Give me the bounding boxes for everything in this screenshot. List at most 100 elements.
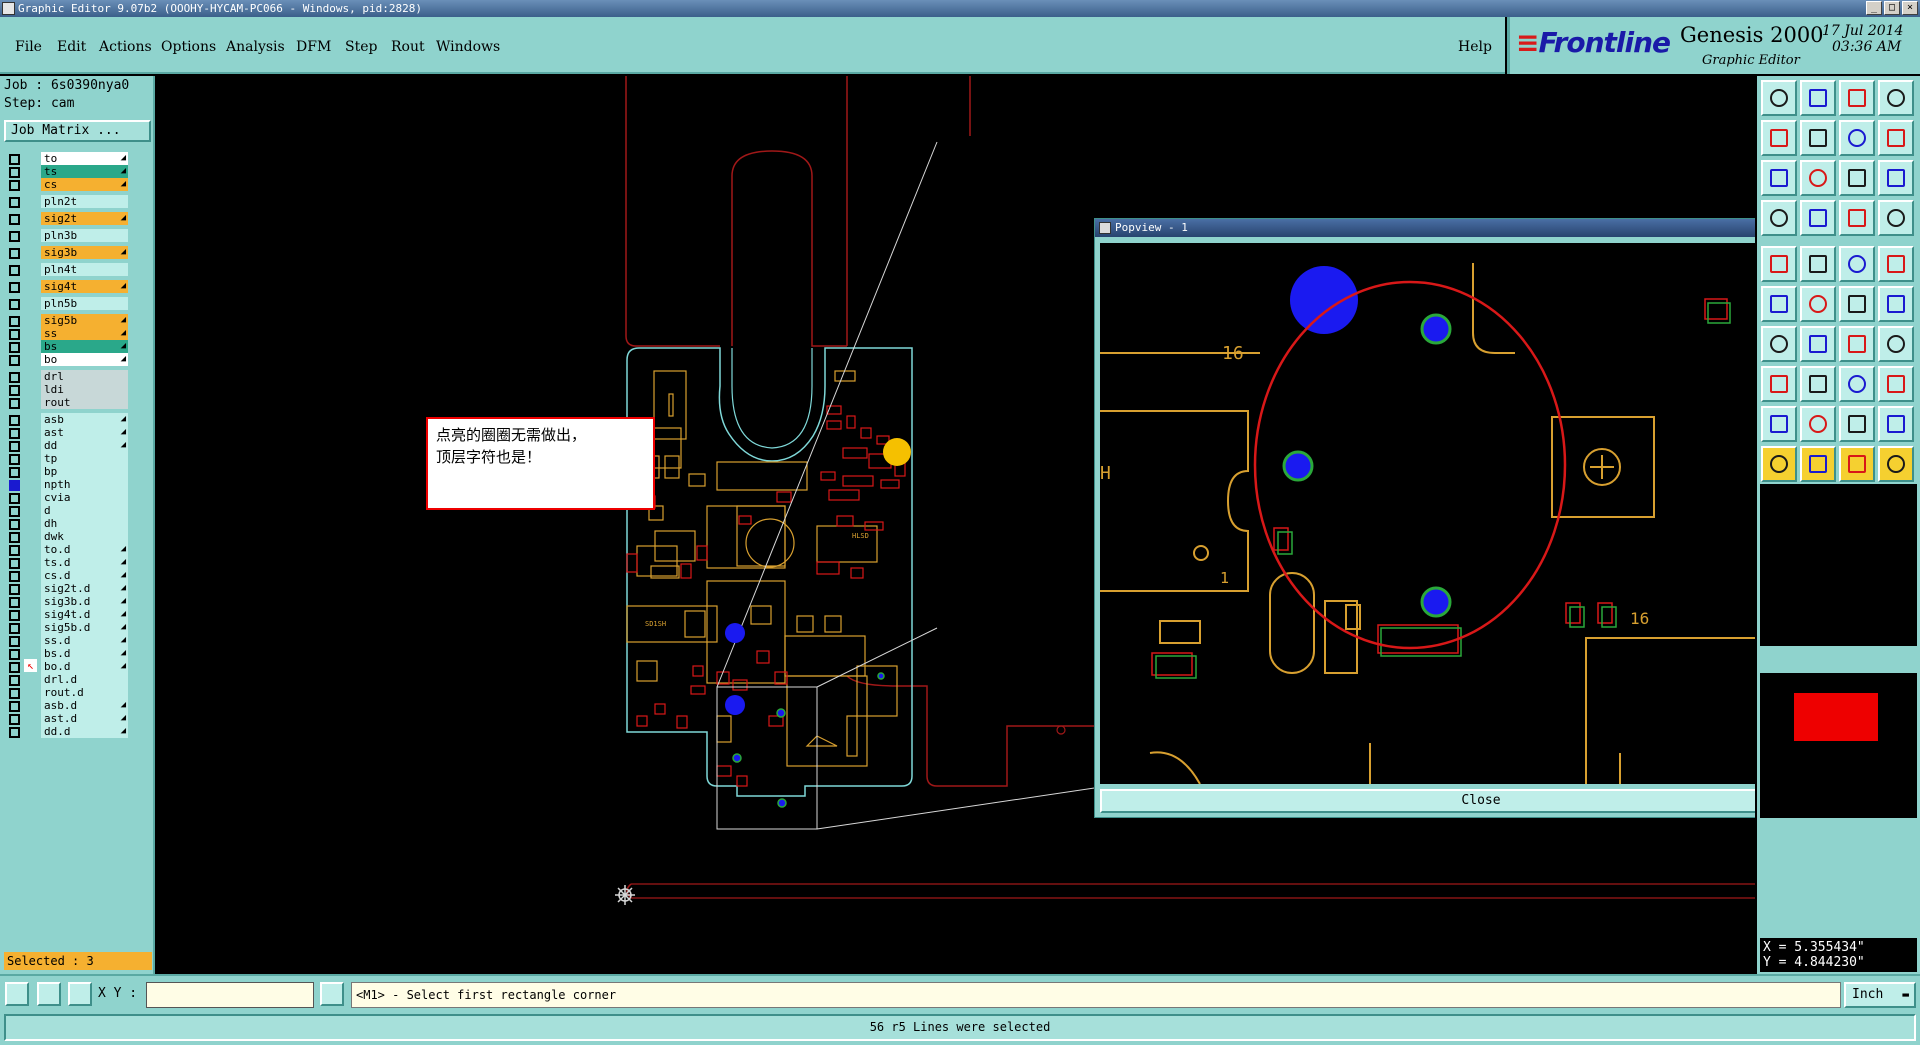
layer-name[interactable]: pln4t — [41, 263, 128, 276]
layer-row-sig3b[interactable]: sig3b ◢ — [4, 246, 154, 260]
layer-row-sig3b-d[interactable]: sig3b.d ◢ — [4, 595, 154, 609]
layer-row-to-d[interactable]: to.d ◢ — [4, 543, 154, 557]
tool-pads-icon[interactable] — [1839, 200, 1875, 236]
layer-row-tp[interactable]: tp — [4, 452, 154, 466]
tool-slash-icon[interactable] — [1800, 326, 1836, 362]
tool-zoom-in-icon[interactable] — [1800, 80, 1836, 116]
menu-step[interactable]: Step — [345, 39, 377, 55]
tool-text-c-icon[interactable] — [1839, 406, 1875, 442]
layer-name[interactable]: drl.d — [41, 673, 128, 686]
layer-affected-checkbox[interactable] — [9, 197, 20, 208]
layer-row-sig5b-d[interactable]: sig5b.d ◢ — [4, 621, 154, 635]
layer-row-to[interactable]: to ◢ — [4, 152, 154, 166]
layer-affected-checkbox[interactable] — [9, 372, 20, 383]
layer-row-d[interactable]: d — [4, 504, 154, 518]
menu-dfm[interactable]: DFM — [296, 39, 331, 55]
layer-row-asb[interactable]: asb ◢ — [4, 413, 154, 427]
layer-name[interactable]: dh — [41, 517, 128, 530]
layer-name[interactable]: pln3b — [41, 229, 128, 242]
layer-affected-checkbox[interactable] — [9, 385, 20, 396]
tool-pan-right-icon[interactable] — [1800, 120, 1836, 156]
layer-row-bp[interactable]: bp — [4, 465, 154, 479]
layer-name[interactable]: bs ◢ — [41, 340, 128, 353]
layer-name[interactable]: ast ◢ — [41, 426, 128, 439]
tool-redraw-icon[interactable] — [1878, 120, 1914, 156]
layer-name[interactable]: dwk — [41, 530, 128, 543]
tool-select-box-icon[interactable] — [1800, 446, 1836, 482]
layer-affected-checkbox[interactable] — [9, 701, 20, 712]
layer-name[interactable]: npth — [41, 478, 128, 491]
tool-select-net-icon[interactable] — [1839, 446, 1875, 482]
info-icon[interactable] — [320, 982, 344, 1006]
layer-name[interactable]: ss ◢ — [41, 327, 128, 340]
layer-row-cvia[interactable]: cvia — [4, 491, 154, 505]
job-matrix-button[interactable]: Job Matrix ... — [4, 120, 151, 142]
layer-name[interactable]: dd.d ◢ — [41, 725, 128, 738]
layer-name[interactable]: cvia — [41, 491, 128, 504]
layer-affected-checkbox[interactable] — [9, 248, 20, 259]
tool-window-icon[interactable] — [1878, 80, 1914, 116]
layer-name[interactable]: bp — [41, 465, 128, 478]
layer-name[interactable]: asb.d ◢ — [41, 699, 128, 712]
layer-row-ast[interactable]: ast ◢ — [4, 426, 154, 440]
layer-row-dwk[interactable]: dwk — [4, 530, 154, 544]
layer-affected-checkbox[interactable] — [9, 282, 20, 293]
layer-affected-checkbox[interactable] — [9, 214, 20, 225]
tool-point-icon[interactable] — [1761, 366, 1797, 402]
xy-input[interactable] — [146, 982, 314, 1008]
menu-help[interactable]: Help — [1458, 39, 1492, 55]
layer-affected-checkbox[interactable] — [9, 398, 20, 409]
tool-delete-icon[interactable] — [1800, 286, 1836, 322]
tool-select-arrow-icon[interactable] — [1761, 446, 1797, 482]
tool-query-icon[interactable] — [1878, 160, 1914, 196]
tool-pads-alt-icon[interactable] — [1878, 200, 1914, 236]
layer-row-sig5b[interactable]: sig5b ◢ — [4, 314, 154, 328]
layer-row-sig2t-d[interactable]: sig2t.d ◢ — [4, 582, 154, 596]
layer-affected-checkbox[interactable] — [9, 636, 20, 647]
layer-name[interactable]: ss.d ◢ — [41, 634, 128, 647]
layer-row-dh[interactable]: dh — [4, 517, 154, 531]
tool-circle-icon[interactable] — [1878, 246, 1914, 282]
tool-grid-toggle-icon[interactable] — [1800, 200, 1836, 236]
layer-affected-checkbox[interactable] — [9, 597, 20, 608]
tool-rotate-icon[interactable] — [1878, 286, 1914, 322]
layer-row-sig4t-d[interactable]: sig4t.d ◢ — [4, 608, 154, 622]
layer-affected-checkbox[interactable] — [9, 558, 20, 569]
layer-row-pln5b[interactable]: pln5b — [4, 297, 154, 311]
maximize-button[interactable]: □ — [1884, 1, 1900, 15]
layer-row-sig2t[interactable]: sig2t ◢ — [4, 212, 154, 226]
menu-windows[interactable]: Windows — [436, 39, 500, 55]
layer-row-ldi[interactable]: ldi — [4, 383, 154, 397]
layer-row-dd-d[interactable]: dd.d ◢ — [4, 725, 154, 739]
layer-row-bs[interactable]: bs ◢ — [4, 340, 154, 354]
layer-name[interactable]: bo.d ◢ — [41, 660, 128, 673]
menu-edit[interactable]: Edit — [57, 39, 86, 55]
tool-zoom-home-icon[interactable] — [1761, 80, 1797, 116]
layer-affected-checkbox[interactable] — [9, 415, 20, 426]
layer-name[interactable]: tp — [41, 452, 128, 465]
layer-row-asb-d[interactable]: asb.d ◢ — [4, 699, 154, 713]
layer-name[interactable]: sig4t.d ◢ — [41, 608, 128, 621]
layer-name[interactable]: dd ◢ — [41, 439, 128, 452]
measure-icon[interactable] — [37, 982, 61, 1006]
layer-affected-checkbox[interactable] — [9, 519, 20, 530]
layer-name[interactable]: rout.d — [41, 686, 128, 699]
layer-name[interactable]: bs.d ◢ — [41, 647, 128, 660]
layer-affected-checkbox[interactable] — [9, 675, 20, 686]
layer-row-cs-d[interactable]: cs.d ◢ — [4, 569, 154, 583]
layer-affected-checkbox[interactable] — [9, 342, 20, 353]
layer-row-dd[interactable]: dd ◢ — [4, 439, 154, 453]
layer-affected-checkbox[interactable] — [9, 649, 20, 660]
layer-affected-checkbox[interactable] — [9, 316, 20, 327]
layer-affected-checkbox[interactable] — [9, 545, 20, 556]
layer-name[interactable]: cs ◢ — [41, 178, 128, 191]
layer-affected-checkbox[interactable] — [9, 662, 20, 673]
graphic-canvas[interactable]: SD1SH HLSD 点亮的圈圈无需做出， 顶层字符也是！ Popview - … — [157, 76, 1755, 974]
layer-name[interactable]: ts.d ◢ — [41, 556, 128, 569]
tool-mirror-icon[interactable] — [1878, 326, 1914, 362]
layer-row-pln2t[interactable]: pln2t — [4, 195, 154, 209]
layer-name[interactable]: ts ◢ — [41, 165, 128, 178]
layer-name[interactable]: ast.d ◢ — [41, 712, 128, 725]
tool-array-icon[interactable] — [1839, 366, 1875, 402]
popview-close-button[interactable]: Close — [1100, 789, 1755, 813]
